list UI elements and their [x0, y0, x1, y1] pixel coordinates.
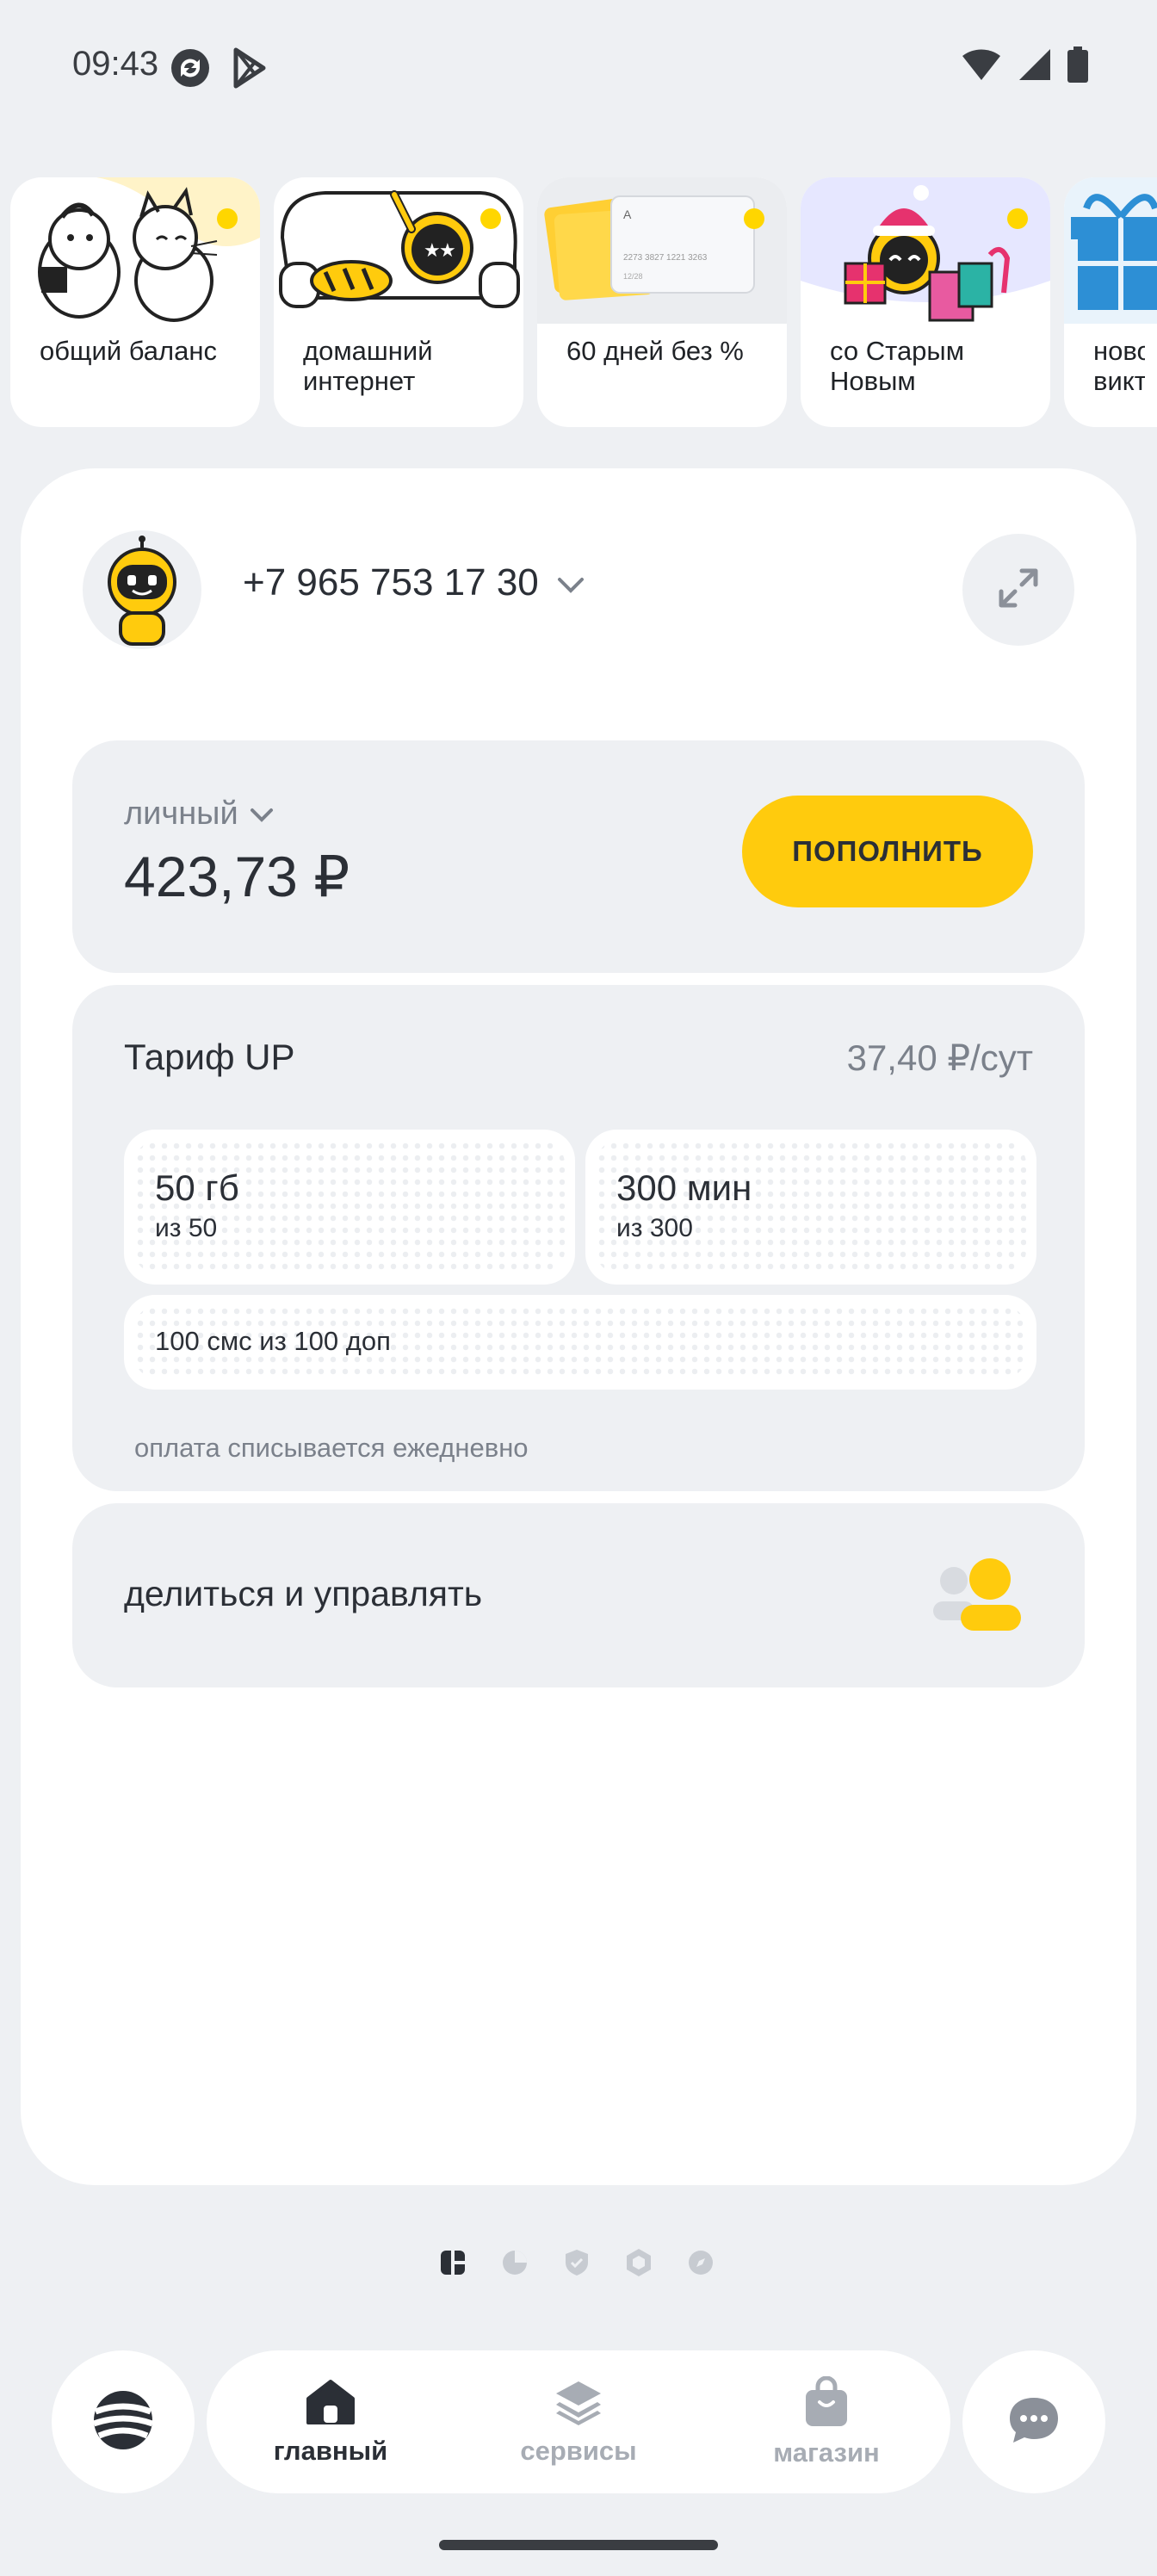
- compass-icon[interactable]: [685, 2247, 716, 2278]
- account-card: +7 965 753 17 30 личный 423,73 ₽ пополни…: [21, 468, 1136, 2185]
- page-indicator: [437, 2247, 716, 2278]
- balance-type-label: личный: [124, 796, 238, 832]
- chevron-down-icon: [249, 796, 275, 833]
- sms-package[interactable]: 100 смс из 100 доп: [124, 1295, 1036, 1390]
- chevron-down-icon: [556, 561, 585, 604]
- story-label: домашний интернет: [303, 336, 433, 396]
- minutes-total: из 300: [616, 1214, 693, 1242]
- home-icon: [305, 2378, 356, 2430]
- tariff-price: 37,40 ₽/сут: [846, 1037, 1033, 1078]
- unread-dot: [480, 208, 501, 229]
- balance-block: личный 423,73 ₽ пополнить: [72, 740, 1085, 973]
- cats-illustration: [38, 177, 260, 322]
- share-manage-block[interactable]: делиться и управлять: [72, 1503, 1085, 1687]
- story-card-60-days[interactable]: A 2273 3827 1221 3263 12/28 60 дней без …: [537, 177, 787, 427]
- play-store-icon: [231, 46, 269, 94]
- credit-cards-illustration: A 2273 3827 1221 3263 12/28: [537, 177, 787, 324]
- story-card-home-internet[interactable]: ★ ★ домашний интернет: [274, 177, 523, 427]
- balance-amount: 423,73 ₽: [124, 845, 350, 908]
- tariff-block[interactable]: Тариф UP 37,40 ₽/сут 50 гб из 50 300 мин…: [72, 985, 1085, 1491]
- status-bar: 09:43: [0, 0, 1157, 129]
- data-package[interactable]: 50 гб из 50: [124, 1130, 575, 1285]
- chat-icon: [1006, 2394, 1061, 2450]
- stories-carousel[interactable]: общий баланс ★ ★ домашний интернет A 2273…: [10, 177, 1157, 427]
- gift-box-illustration: [1064, 177, 1157, 324]
- chat-button[interactable]: [962, 2350, 1105, 2493]
- phone-number: +7 965 753 17 30: [243, 561, 539, 604]
- unread-dot: [744, 208, 764, 229]
- beeline-logo-icon: [89, 2386, 158, 2459]
- battery-icon: [1067, 46, 1088, 87]
- svg-text:2273 3827 1221 3263: 2273 3827 1221 3263: [623, 253, 708, 263]
- nav-label-shop: магазин: [773, 2437, 880, 2468]
- story-label: 60 дней без %: [566, 336, 744, 366]
- story-card-old-new-year[interactable]: со Старым Новым: [801, 177, 1050, 427]
- status-time: 09:43: [72, 45, 159, 83]
- minutes-package[interactable]: 300 мин из 300: [585, 1130, 1036, 1285]
- phone-selector[interactable]: +7 965 753 17 30: [243, 561, 585, 604]
- nav-item-services[interactable]: сервисы: [455, 2350, 702, 2493]
- svg-text:★: ★: [439, 239, 456, 261]
- nav-label-home: главный: [273, 2435, 388, 2466]
- dashboard-icon[interactable]: [437, 2247, 468, 2278]
- balance-type-selector[interactable]: личный: [124, 796, 275, 833]
- home-indicator[interactable]: [439, 2540, 718, 2550]
- svg-text:A: A: [623, 207, 632, 221]
- sync-icon: [169, 46, 212, 94]
- story-label: ново викто: [1093, 336, 1145, 396]
- tariff-name: Тариф UP: [124, 1037, 295, 1077]
- nav-item-home[interactable]: главный: [207, 2350, 455, 2493]
- story-label: общий баланс: [40, 336, 217, 366]
- wifi-icon: [961, 47, 1002, 86]
- unread-dot: [217, 208, 238, 229]
- nav-label-services: сервисы: [520, 2435, 637, 2466]
- bottom-nav: главный сервисы магазин: [207, 2350, 950, 2493]
- users-icon: [930, 1557, 1024, 1638]
- layers-icon: [553, 2378, 604, 2430]
- data-remaining: 50 гб: [155, 1167, 239, 1208]
- story-label: со Старым Новым: [830, 336, 965, 396]
- brand-logo-button[interactable]: [52, 2350, 195, 2493]
- unread-dot: [1007, 208, 1028, 229]
- robot-on-couch-illustration: ★★: [279, 190, 520, 308]
- sms-remaining: 100 смс из 100 доп: [155, 1326, 391, 1356]
- pie-chart-icon[interactable]: [499, 2247, 530, 2278]
- story-card-shared-balance[interactable]: общий баланс: [10, 177, 260, 427]
- shopping-bag-icon: [801, 2375, 852, 2432]
- billing-note: оплата списывается ежедневно: [134, 1433, 529, 1463]
- data-total: из 50: [155, 1214, 218, 1242]
- story-card-new-quiz[interactable]: ново викто: [1064, 177, 1157, 427]
- hexagon-icon[interactable]: [623, 2247, 654, 2278]
- expand-button[interactable]: [962, 534, 1074, 646]
- nav-item-shop[interactable]: магазин: [702, 2350, 950, 2493]
- robot-with-gifts-illustration: [801, 177, 1050, 322]
- share-label: делиться и управлять: [124, 1574, 483, 1613]
- svg-text:12/28: 12/28: [623, 272, 643, 281]
- minutes-remaining: 300 мин: [616, 1167, 752, 1208]
- signal-icon: [1018, 47, 1052, 86]
- expand-icon: [994, 564, 1043, 616]
- topup-button[interactable]: пополнить: [742, 796, 1033, 907]
- robot-avatar[interactable]: [83, 530, 201, 649]
- shield-icon[interactable]: [561, 2247, 592, 2278]
- svg-text:★: ★: [424, 239, 441, 261]
